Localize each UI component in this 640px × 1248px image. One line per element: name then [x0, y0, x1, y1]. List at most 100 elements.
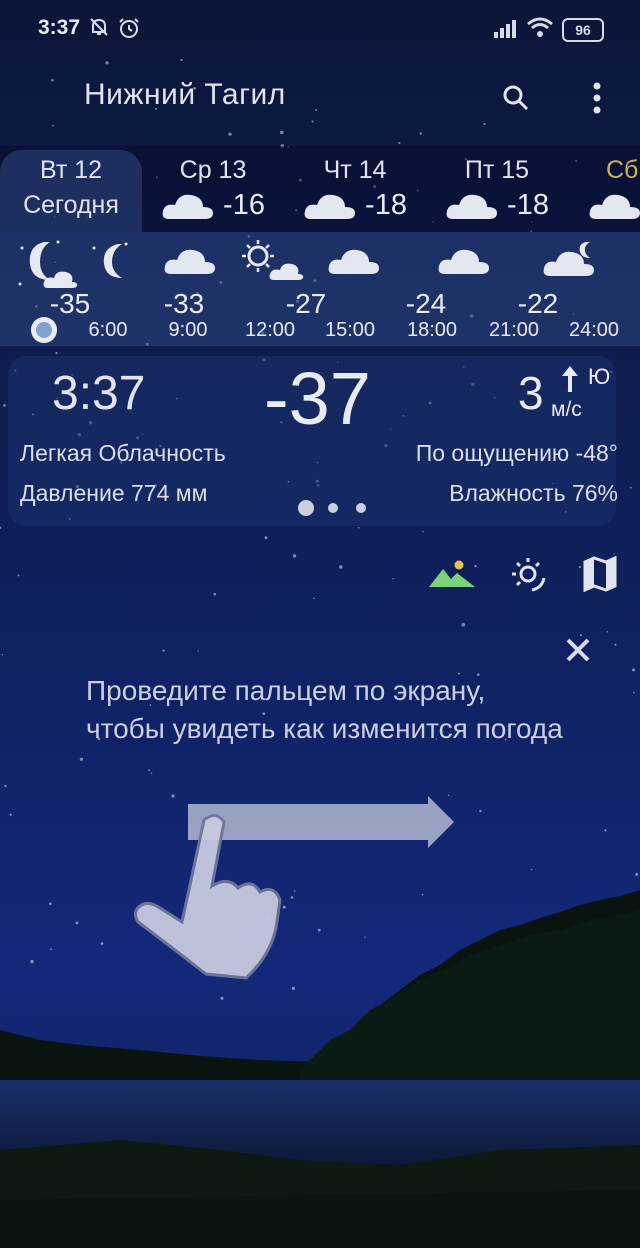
star [17, 574, 20, 577]
cloud-icon [162, 194, 214, 219]
wind-direction: Ю [588, 364, 611, 389]
day-temp: -18 [507, 189, 549, 221]
day-name: Вт 12 [39, 156, 103, 184]
city-name[interactable]: Нижний Тагил [84, 78, 286, 112]
humidity-text: Влажность 76% [449, 480, 618, 506]
day-name: Сб [606, 156, 639, 184]
day-today-label: Сегодня [23, 191, 119, 219]
star [311, 120, 314, 123]
star [3, 404, 6, 407]
star [315, 109, 318, 111]
wind-speed: 3 [518, 367, 544, 419]
battery-icon: 96 [562, 18, 604, 42]
wind-unit: м/с [551, 398, 582, 421]
star [75, 921, 79, 925]
current-time: 3:37 [52, 367, 146, 420]
cloud-icon [164, 249, 215, 274]
star [530, 868, 533, 871]
star [51, 78, 54, 82]
hour-time: 18:00 [406, 319, 458, 341]
star [4, 784, 7, 788]
hour-time: 15:00 [324, 319, 376, 341]
swipe-hint-text: Проведите пальцем по экрану, чтобы увиде… [86, 675, 563, 744]
cloud-icon [328, 249, 379, 274]
star [398, 141, 401, 144]
moon-cloud-icon [18, 240, 78, 288]
day-name: Чт 14 [323, 156, 387, 184]
star [614, 643, 617, 646]
day-tab[interactable]: Ср 13 -16 [142, 150, 284, 232]
wind-arrow-icon [562, 366, 578, 392]
star [422, 530, 424, 533]
hour-time: 9:00 [168, 319, 208, 341]
star [604, 829, 607, 832]
day-tab[interactable]: Сб [586, 150, 640, 232]
page-indicator-dot-active [298, 500, 314, 516]
star [479, 809, 482, 813]
star [162, 649, 165, 652]
battery-level: 96 [575, 22, 591, 38]
cloud-icon [438, 249, 489, 274]
hour-time: 12:00 [244, 319, 296, 341]
star [633, 691, 635, 694]
star [220, 996, 224, 1000]
hour-temp: -22 [517, 288, 559, 319]
star [55, 351, 58, 355]
star [50, 948, 52, 951]
day-tab[interactable]: Пт 15 -18 [426, 150, 568, 232]
day-tab-today[interactable]: Вт 12 Сегодня [0, 150, 142, 232]
star [213, 592, 217, 596]
day-tab[interactable]: Чт 14 -18 [284, 150, 426, 232]
star [357, 526, 360, 529]
star [635, 872, 639, 876]
swipe-gesture-hand-icon [133, 796, 454, 980]
day-name: Ср 13 [179, 156, 247, 184]
star [150, 772, 153, 775]
star [1, 654, 4, 656]
feels-like-text: По ощущению -48° [415, 440, 618, 466]
map-icon[interactable] [570, 544, 630, 604]
day-name: Пт 15 [464, 156, 530, 184]
status-time: 3:37 [38, 16, 81, 39]
wifi-icon [526, 16, 554, 43]
star [105, 61, 109, 65]
day-temp: -18 [365, 189, 407, 221]
star [264, 536, 268, 540]
star [632, 668, 636, 672]
pressure-text: Давление 774 мм [20, 480, 208, 506]
more-menu-icon[interactable] [582, 76, 612, 120]
star [292, 554, 297, 558]
close-hint-icon[interactable] [560, 632, 596, 668]
star [180, 58, 183, 62]
star [30, 959, 34, 964]
condition-text: Легкая Облачность [20, 440, 226, 466]
hour-time: 6:00 [88, 319, 128, 341]
cloud-icon [304, 194, 356, 219]
star [483, 122, 486, 126]
star [392, 578, 394, 580]
star [79, 757, 84, 761]
current-temperature: -37 [264, 357, 371, 440]
star [461, 623, 466, 627]
hour-time: 24:00 [568, 319, 620, 341]
star [228, 132, 232, 136]
hour-temp: -33 [163, 288, 205, 319]
sun-cloud-icon [242, 240, 304, 280]
star [9, 813, 12, 816]
moon-icon [92, 242, 128, 278]
search-icon[interactable] [496, 78, 536, 118]
alarm-icon [117, 16, 141, 45]
landscape-icon[interactable] [422, 544, 482, 604]
star [280, 130, 284, 135]
star [52, 124, 54, 127]
hour-temp: -27 [285, 288, 327, 319]
cloud-icon [589, 194, 640, 219]
star [339, 565, 343, 569]
sun-weather-icon[interactable] [498, 544, 558, 604]
star [48, 902, 52, 906]
bell-muted-icon [88, 16, 110, 43]
hour-temp: -35 [49, 288, 91, 319]
page-indicator-dot [356, 503, 366, 513]
hour-time: 21:00 [488, 319, 540, 341]
star [100, 942, 104, 945]
